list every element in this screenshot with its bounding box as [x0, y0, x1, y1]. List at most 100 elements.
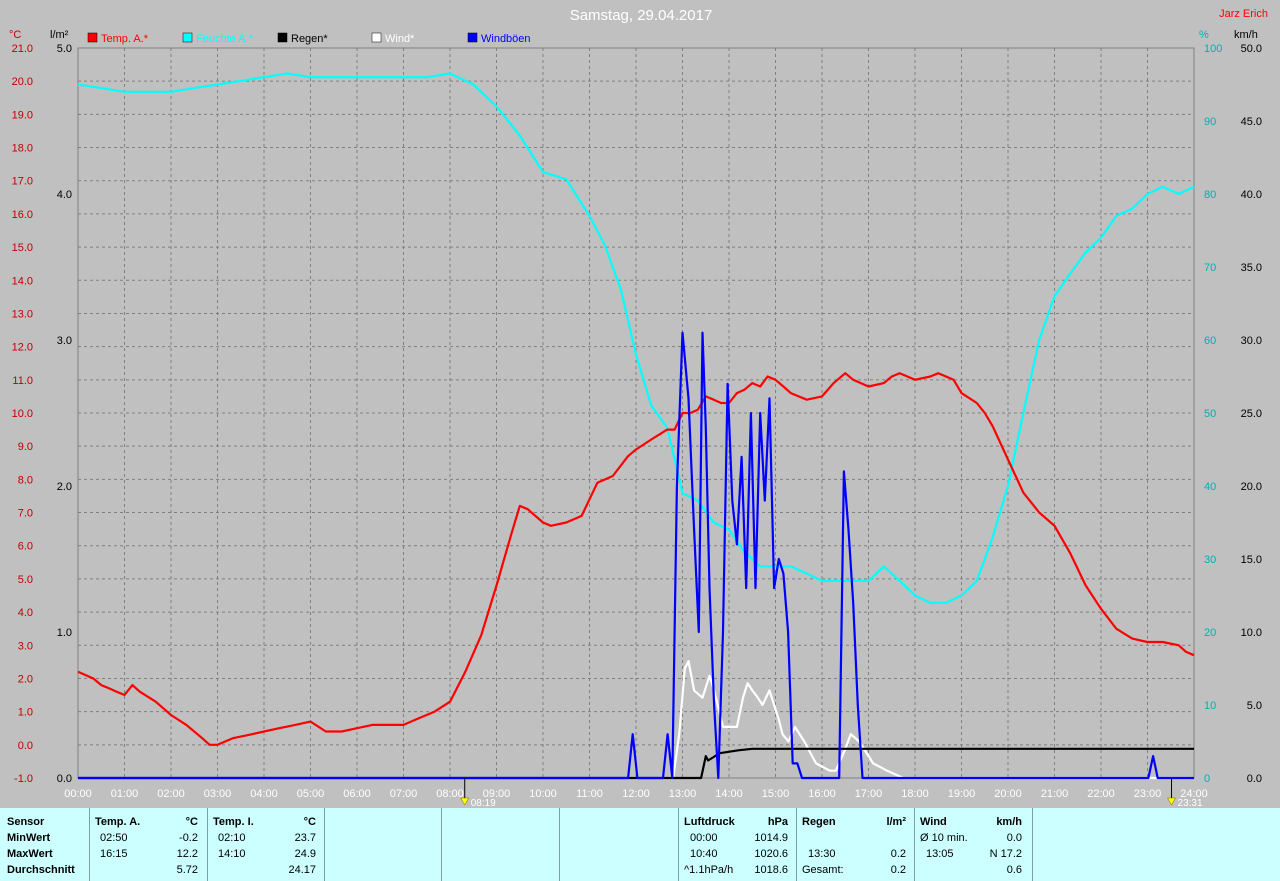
- humidity-tick-label: 10: [1204, 700, 1216, 712]
- wind-avg10-label: Ø 10 min.: [920, 832, 968, 844]
- column-separator: [324, 808, 325, 881]
- humidity-tick-label: 40: [1204, 481, 1216, 493]
- pressure-max-time: 10:40: [690, 848, 718, 860]
- column-separator: [89, 808, 90, 881]
- temp-tick-label: 10.0: [12, 408, 33, 420]
- time-tick-label: 18:00: [901, 788, 929, 800]
- wind-tick-label: 45.0: [1241, 116, 1262, 128]
- pressure-trend: ^1.1hPa/h: [684, 864, 734, 876]
- sunset-marker-label: 23:31: [1178, 798, 1203, 808]
- temp-unit-label: °C: [9, 29, 21, 41]
- temp-tick-label: 17.0: [12, 176, 33, 188]
- column-separator: [796, 808, 797, 881]
- wind-unit: km/h: [996, 816, 1022, 828]
- pressure-average: 1018.6: [754, 864, 788, 876]
- temp-tick-label: 14.0: [12, 275, 33, 287]
- sensor-header: Sensor: [7, 816, 45, 828]
- humidity-tick-label: 90: [1204, 116, 1216, 128]
- temp-i-unit: °C: [303, 816, 316, 828]
- humidity-tick-label: 60: [1204, 335, 1216, 347]
- column-separator: [914, 808, 915, 881]
- temp-tick-label: 13.0: [12, 308, 33, 320]
- time-tick-label: 14:00: [715, 788, 743, 800]
- temp-tick-label: 12.0: [12, 342, 33, 354]
- time-tick-label: 21:00: [1041, 788, 1069, 800]
- statistics-panel: Sensor MinWert MaxWert Durchschnitt Temp…: [0, 808, 1280, 881]
- temp-tick-label: 15.0: [12, 242, 33, 254]
- legend-swatch: [87, 32, 98, 43]
- column-separator: [1032, 808, 1033, 881]
- rain-tick-label: 1.0: [57, 627, 72, 639]
- legend-label: Wind*: [385, 33, 415, 45]
- rain-tick-label: 0.0: [57, 773, 72, 785]
- row-label-min: MinWert: [7, 832, 51, 844]
- column-separator: [678, 808, 679, 881]
- temp-tick-label: 3.0: [18, 640, 33, 652]
- legend-label: Windböen: [481, 33, 531, 45]
- legend-swatch: [182, 32, 193, 43]
- humidity-tick-label: 100: [1204, 43, 1222, 55]
- time-tick-label: 22:00: [1087, 788, 1115, 800]
- wind-tick-label: 10.0: [1241, 627, 1262, 639]
- time-tick-label: 13:00: [669, 788, 697, 800]
- humidity-tick-label: 30: [1204, 554, 1216, 566]
- time-tick-label: 00:00: [64, 788, 92, 800]
- legend-label: Feuchte A.*: [196, 33, 254, 45]
- temp-tick-label: 6.0: [18, 541, 33, 553]
- temp-tick-label: 2.0: [18, 673, 33, 685]
- temp-i-min-time: 02:10: [218, 832, 246, 844]
- temp-i-max-time: 14:10: [218, 848, 246, 860]
- author-label: Jarz Erich: [1219, 8, 1268, 20]
- time-tick-label: 05:00: [297, 788, 325, 800]
- time-tick-label: 15:00: [762, 788, 790, 800]
- rain-header: Regen: [802, 816, 836, 828]
- temp-a-header: Temp. A.: [95, 816, 141, 828]
- pressure-unit: hPa: [767, 816, 788, 828]
- wind-unit-label: km/h: [1234, 29, 1258, 41]
- temp-i-max-value: 24.9: [294, 848, 316, 860]
- temp-tick-label: 21.0: [12, 43, 33, 55]
- legend-swatch: [277, 32, 288, 43]
- temp-a-average: 5.72: [176, 864, 198, 876]
- temp-tick-label: 4.0: [18, 607, 33, 619]
- humidity-tick-label: 50: [1204, 408, 1216, 420]
- time-tick-label: 19:00: [948, 788, 976, 800]
- time-tick-label: 04:00: [250, 788, 278, 800]
- temp-tick-label: 18.0: [12, 143, 33, 155]
- wind-tick-label: 20.0: [1241, 481, 1262, 493]
- temp-tick-label: 7.0: [18, 508, 33, 520]
- wind-max-value: N 17.2: [989, 848, 1022, 860]
- column-separator: [559, 808, 560, 881]
- temp-tick-label: 19.0: [12, 109, 33, 121]
- time-tick-label: 06:00: [343, 788, 371, 800]
- weather-chart: Samstag, 29.04.2017 Jarz Erich °C l/m² %…: [0, 0, 1280, 808]
- wind-tick-label: 35.0: [1241, 262, 1262, 274]
- temp-a-max-value: 12.2: [176, 848, 198, 860]
- temp-a-unit: °C: [185, 816, 198, 828]
- pressure-max-value: 1020.6: [754, 848, 788, 860]
- wind-tick-label: 0.0: [1247, 773, 1262, 785]
- temp-tick-label: -1.0: [14, 773, 33, 785]
- time-tick-label: 17:00: [855, 788, 883, 800]
- wind-tick-label: 5.0: [1247, 700, 1262, 712]
- temp-i-header: Temp. I.: [213, 816, 254, 828]
- time-tick-label: 23:00: [1134, 788, 1162, 800]
- rain-value: 0.2: [890, 848, 906, 860]
- row-label-max: MaxWert: [7, 848, 53, 860]
- pressure-min-time: 00:00: [690, 832, 718, 844]
- column-separator: [441, 808, 442, 881]
- wind-avg10-value: 0.0: [1006, 832, 1022, 844]
- humidity-tick-label: 0: [1204, 773, 1210, 785]
- temp-a-max-time: 16:15: [100, 848, 128, 860]
- temp-i-min-value: 23.7: [294, 832, 316, 844]
- rain-total-label: Gesamt:: [802, 864, 844, 876]
- time-tick-label: 02:00: [157, 788, 185, 800]
- temp-tick-label: 20.0: [12, 76, 33, 88]
- time-tick-label: 07:00: [390, 788, 418, 800]
- humidity-unit-label: %: [1199, 29, 1209, 41]
- temp-tick-label: 16.0: [12, 209, 33, 221]
- temp-tick-label: 5.0: [18, 574, 33, 586]
- humidity-tick-label: 80: [1204, 189, 1216, 201]
- time-tick-label: 01:00: [111, 788, 139, 800]
- rain-time: 13:30: [808, 848, 836, 860]
